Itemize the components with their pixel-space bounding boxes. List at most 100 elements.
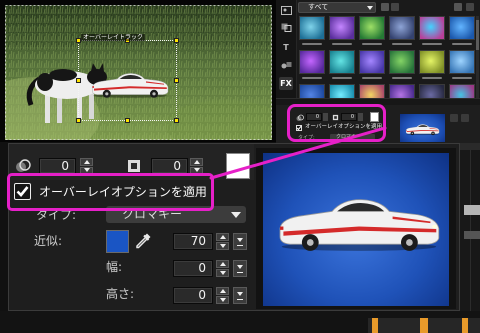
key-color-swatch[interactable] xyxy=(106,230,129,253)
chevron-down-icon xyxy=(231,212,241,218)
similarity-label: 近似: xyxy=(34,234,63,248)
width-spin[interactable]: 0 xyxy=(173,260,213,277)
effect-thumbnail[interactable] xyxy=(389,50,415,82)
transparency-stepper xyxy=(80,158,93,174)
library-panel: T FX すべて xyxy=(276,0,480,103)
effect-thumbnail-caption xyxy=(302,43,322,45)
height-label: 高さ: xyxy=(106,287,135,301)
width-label: 幅: xyxy=(106,260,123,274)
dropdown-bar-icon xyxy=(237,298,243,300)
similarity-spin[interactable]: 70 xyxy=(173,233,213,250)
effect-thumbnail-image xyxy=(359,50,385,74)
height-down-button[interactable] xyxy=(216,296,229,304)
timeline-clip[interactable] xyxy=(372,318,378,333)
options-icon[interactable] xyxy=(454,3,462,11)
timeline-edge xyxy=(460,143,480,311)
timeline-clip[interactable] xyxy=(462,318,468,333)
height-stepper xyxy=(216,287,229,304)
resize-handle-bottom-right[interactable] xyxy=(174,118,179,123)
video-preview[interactable]: オーバーレイトラック xyxy=(0,0,276,142)
effect-thumbnail[interactable] xyxy=(299,16,325,48)
effect-thumbnail[interactable] xyxy=(449,84,475,98)
overlay-selection-box[interactable] xyxy=(76,38,179,123)
effect-thumbnail-caption xyxy=(332,77,352,79)
library-scrollbar[interactable] xyxy=(476,16,479,98)
effect-thumbnail-image xyxy=(329,50,355,74)
effect-thumbnail[interactable] xyxy=(419,16,445,48)
sort-icon[interactable] xyxy=(391,3,399,11)
timeline-track-control[interactable] xyxy=(464,205,480,215)
width-up-button[interactable] xyxy=(216,260,229,268)
mini-overlay-preview xyxy=(400,114,445,142)
resize-handle-top-right[interactable] xyxy=(174,38,179,43)
effect-thumbnail[interactable] xyxy=(299,50,325,82)
dropdown-bar-icon xyxy=(237,244,243,246)
overlay-options-zoom: 0 0 オーバーレイオプションを適用 タイプ: クロマキー 近似: 70 幅: … xyxy=(8,143,460,311)
effect-thumbnail-caption xyxy=(452,77,472,79)
effect-thumbnail-image xyxy=(419,84,445,98)
media-icon[interactable] xyxy=(279,4,293,17)
effect-thumbnail[interactable] xyxy=(299,84,325,98)
width-stepper xyxy=(216,260,229,277)
border-color-swatch[interactable] xyxy=(226,153,250,179)
effect-thumbnail[interactable] xyxy=(389,84,415,98)
arrow-down-icon xyxy=(193,168,200,173)
chevron-down-icon xyxy=(237,265,243,269)
resize-handle-right[interactable] xyxy=(174,78,179,83)
preview-option-icon[interactable] xyxy=(450,114,458,122)
eyedropper-icon[interactable] xyxy=(134,232,152,250)
effect-thumbnail[interactable] xyxy=(449,16,475,48)
arrow-up-icon xyxy=(193,159,200,164)
effect-thumbnail[interactable] xyxy=(419,50,445,82)
effect-thumbnail-caption xyxy=(332,43,352,45)
effect-thumbnail[interactable] xyxy=(359,50,385,82)
transparency-up-button[interactable] xyxy=(80,158,93,166)
scrollbar-thumb[interactable] xyxy=(476,20,479,50)
effect-thumbnail[interactable] xyxy=(449,50,475,82)
timeline-track-control-2[interactable] xyxy=(464,231,480,239)
effect-thumbnail[interactable] xyxy=(389,16,415,48)
effect-thumbnail-image xyxy=(359,16,385,40)
effect-thumbnail-image xyxy=(359,84,385,98)
effect-thumbnail[interactable] xyxy=(329,50,355,82)
effect-thumbnail[interactable] xyxy=(359,84,385,98)
category-select[interactable]: すべて xyxy=(298,2,376,13)
title-icon[interactable]: T xyxy=(279,41,293,54)
highlight-callout-box xyxy=(7,173,214,211)
similarity-down-button[interactable] xyxy=(216,242,229,250)
effects-thumbnail-grid xyxy=(299,16,475,98)
transparency-spin[interactable]: 0 xyxy=(39,158,76,174)
effect-thumbnail[interactable] xyxy=(359,16,385,48)
preview-car xyxy=(279,199,440,252)
effect-thumbnail-image xyxy=(389,84,415,98)
border-up-button[interactable] xyxy=(190,158,203,166)
view-icon[interactable] xyxy=(381,3,389,11)
border-stepper xyxy=(190,158,203,174)
similarity-dropdown-button[interactable] xyxy=(233,233,247,250)
resize-handle-left[interactable] xyxy=(76,78,81,83)
effect-thumbnail[interactable] xyxy=(419,84,445,98)
width-dropdown-button[interactable] xyxy=(233,260,247,277)
library-toolbar: T FX xyxy=(276,0,297,103)
transition-icon[interactable] xyxy=(279,21,293,34)
chevron-down-icon xyxy=(237,238,243,242)
arrow-up-icon xyxy=(219,262,226,266)
width-down-button[interactable] xyxy=(216,269,229,277)
similarity-up-button[interactable] xyxy=(216,233,229,241)
filter-fx-icon[interactable]: FX xyxy=(279,77,293,90)
height-up-button[interactable] xyxy=(216,287,229,295)
arrow-up-icon xyxy=(219,289,226,293)
height-spin[interactable]: 0 xyxy=(173,287,213,304)
resize-handle-bottom-left[interactable] xyxy=(76,118,81,123)
timeline-clip[interactable] xyxy=(420,318,428,333)
chevron-down-icon xyxy=(237,292,243,296)
preview-option-icon-2[interactable] xyxy=(461,114,469,122)
resize-handle-bottom[interactable] xyxy=(125,118,130,123)
border-spin[interactable]: 0 xyxy=(151,158,188,174)
effect-thumbnail[interactable] xyxy=(329,16,355,48)
height-dropdown-button[interactable] xyxy=(233,287,247,304)
overlay-track-label: オーバーレイトラック xyxy=(81,34,145,41)
effect-thumbnail[interactable] xyxy=(329,84,355,98)
graphic-icon[interactable] xyxy=(279,59,293,72)
close-panel-icon[interactable] xyxy=(466,3,474,11)
